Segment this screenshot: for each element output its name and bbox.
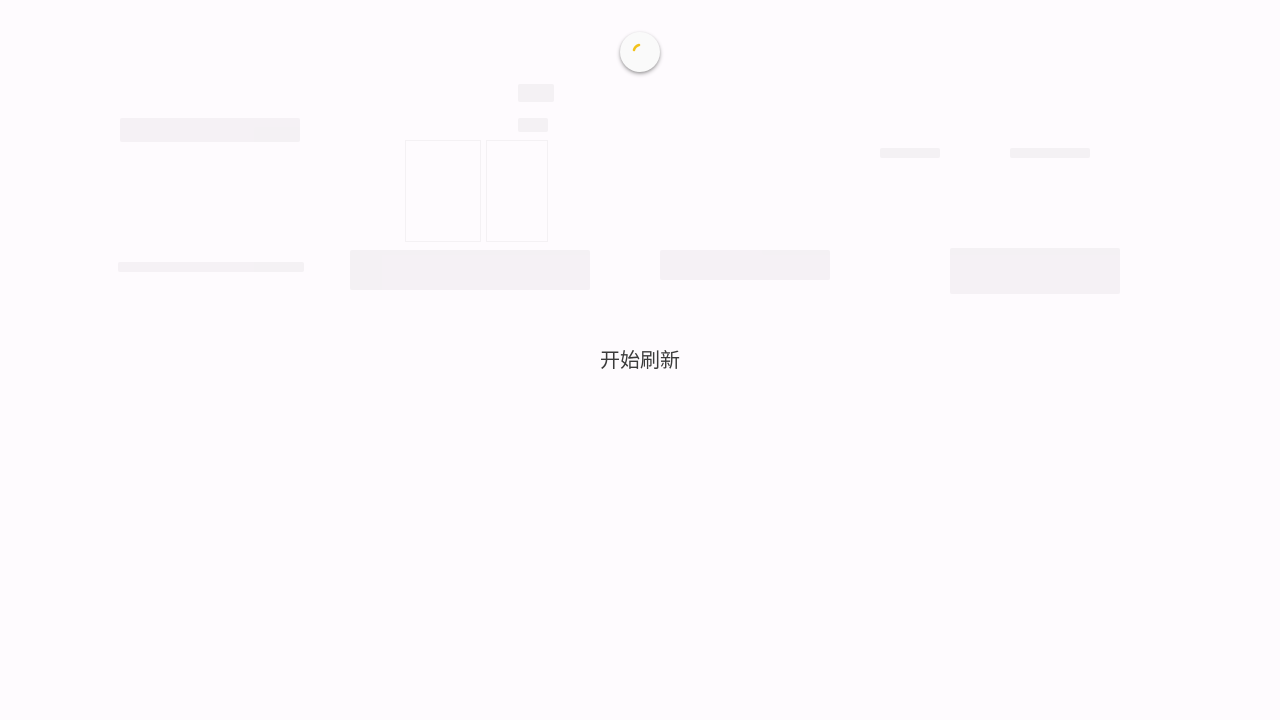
ghost-block xyxy=(518,84,554,102)
app-screen: 开始刷新 xyxy=(0,0,1280,720)
ghost-block xyxy=(880,148,940,158)
ghost-block xyxy=(118,262,304,272)
pull-to-refresh-indicator xyxy=(620,32,660,72)
ghost-block xyxy=(660,250,830,280)
refresh-status-text: 开始刷新 xyxy=(600,348,680,372)
ghost-frame xyxy=(405,140,481,242)
ghost-block xyxy=(950,248,1120,294)
ghost-block xyxy=(120,118,300,142)
ghost-frame xyxy=(486,140,548,242)
ghost-block xyxy=(518,118,548,132)
spinner-arc xyxy=(632,43,641,52)
loading-spinner-icon xyxy=(632,43,641,52)
ghost-block xyxy=(1010,148,1090,158)
ghost-block xyxy=(350,250,590,290)
